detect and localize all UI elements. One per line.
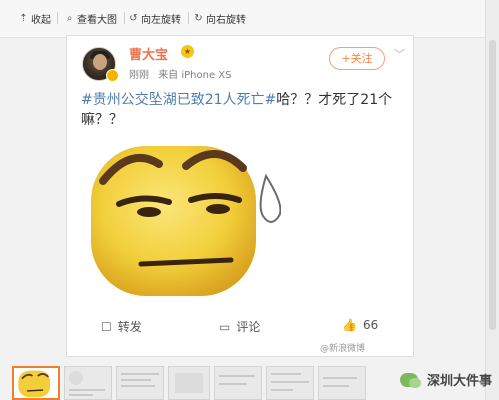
- scrollbar[interactable]: [485, 0, 499, 400]
- emoji-thumbnail-image: [18, 370, 51, 398]
- magnifier-icon: ⌕: [66, 13, 73, 24]
- thumbnail-line: [323, 385, 349, 387]
- thumbnail-line: [323, 377, 357, 379]
- thumbnail-line: [271, 389, 293, 391]
- weibo-watermark: @新浪微博: [320, 344, 366, 354]
- repost-button[interactable]: ☐ 转发: [101, 318, 142, 335]
- emoji-face-image: [91, 146, 281, 296]
- username[interactable]: 曹大宝: [129, 44, 168, 63]
- toolbar-divider: [57, 12, 58, 24]
- thumbnail-item[interactable]: [214, 366, 262, 400]
- view-large-image-button[interactable]: ⌕ 查看大图: [64, 11, 117, 26]
- verified-badge-icon: [106, 69, 119, 82]
- thumbnail-line: [121, 379, 151, 381]
- post-action-bar: ☐ 转发 ▭ 评论 👍 66: [67, 313, 413, 343]
- thumbnail-item[interactable]: [64, 366, 112, 400]
- wechat-brand: 深圳大件事: [400, 370, 492, 389]
- post-meta: 刚刚 来自 iPhone XS: [129, 66, 238, 81]
- avatar-face: [93, 54, 107, 70]
- view-large-image-label: 查看大图: [77, 15, 117, 26]
- post-image[interactable]: [81, 136, 281, 299]
- wechat-icon: [400, 372, 421, 388]
- scrollbar-thumb[interactable]: [489, 40, 496, 330]
- thumbnail-line: [69, 394, 93, 396]
- thumbnail-photo: [175, 373, 203, 393]
- rotate-right-button[interactable]: ↻ 向右旋转: [193, 11, 246, 26]
- rotate-right-label: 向右旋转: [206, 15, 246, 26]
- thumbnail-avatar: [69, 371, 83, 385]
- chevron-down-icon[interactable]: ﹀: [394, 46, 405, 62]
- thumbnail-line: [121, 385, 155, 387]
- collapse-label: 收起: [31, 15, 51, 26]
- collapse-icon: ⇡: [19, 13, 28, 24]
- thumbnail-line: [219, 383, 247, 385]
- thumbnail-line: [271, 381, 309, 383]
- post-text: #贵州公交坠湖已致21人死亡#哈？？才死了21个嘛？？: [81, 90, 401, 130]
- user-level-icon: ★: [181, 45, 194, 58]
- thumbs-up-icon: 👍: [342, 318, 357, 332]
- post-source: 来自 iPhone XS: [158, 70, 232, 81]
- thumbnail-line: [219, 375, 255, 377]
- rotate-left-icon: ↺: [129, 13, 138, 24]
- brand-name: 深圳大件事: [427, 374, 493, 389]
- image-viewer-toolbar: ⇡ 收起 ⌕ 查看大图 ↺ 向左旋转 ↻ 向右旋转: [0, 0, 499, 38]
- thumbnail-item[interactable]: [116, 366, 164, 400]
- comment-button[interactable]: ▭ 评论: [219, 318, 260, 335]
- follow-button[interactable]: +关注: [329, 47, 385, 70]
- repost-label: 转发: [117, 320, 142, 334]
- rotate-right-icon: ↻: [194, 13, 203, 24]
- toolbar-divider: [124, 12, 125, 24]
- thumbnail-line: [121, 373, 159, 375]
- like-count: 66: [362, 318, 379, 332]
- topic-link[interactable]: #贵州公交坠湖已致21人死亡#: [81, 92, 276, 108]
- thumbnail-line: [271, 373, 301, 375]
- thumbnail-item[interactable]: [168, 366, 210, 400]
- comment-icon: ▭: [219, 319, 231, 334]
- thumbnail-line: [69, 389, 105, 391]
- weibo-post-card: 曹大宝 ★ 刚刚 来自 iPhone XS +关注 ﹀ #贵州公交坠湖已致21人…: [66, 35, 414, 357]
- collapse-button[interactable]: ⇡ 收起: [18, 11, 51, 26]
- thumbnail-item[interactable]: [12, 366, 60, 400]
- post-time: 刚刚: [129, 70, 149, 81]
- rotate-left-button[interactable]: ↺ 向左旋转: [128, 11, 181, 26]
- thumbnail-item[interactable]: [318, 366, 366, 400]
- toolbar-divider: [188, 12, 189, 24]
- rotate-left-label: 向左旋转: [141, 15, 181, 26]
- comment-label: 评论: [236, 320, 261, 334]
- like-button[interactable]: 👍 66: [342, 318, 378, 332]
- thumbnail-item[interactable]: [266, 366, 314, 400]
- repost-icon: ☐: [101, 319, 112, 334]
